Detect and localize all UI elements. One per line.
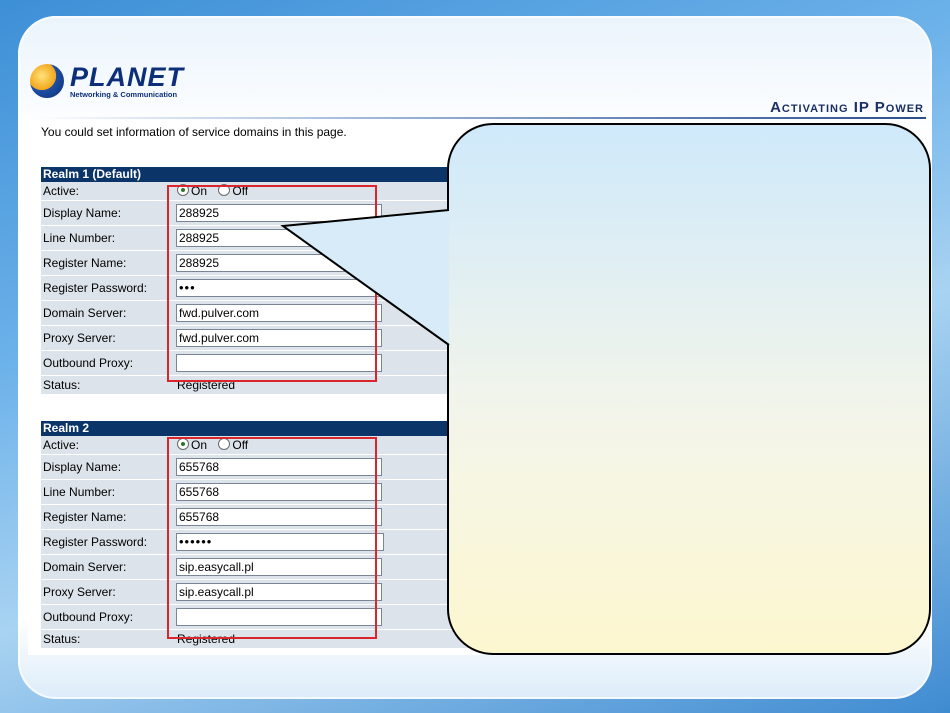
realm-1-display-name-row: Display Name: 288925 <box>41 201 483 226</box>
active-label: Active: <box>43 438 80 452</box>
status-label: Status: <box>43 378 81 392</box>
realm-2-active-row: Active: On Off <box>41 436 483 455</box>
register-password-label: Register Password: <box>43 535 148 549</box>
realm-2-register-password-row: Register Password: •••••• <box>41 530 483 555</box>
realm-2-domain-server-input[interactable]: sip.easycall.pl <box>176 558 382 576</box>
radio-off-label: Off <box>232 184 249 198</box>
realm-1-domain-server-row: Domain Server: fwd.pulver.com <box>41 301 483 326</box>
planet-logo: PLANET Networking & Communication <box>30 62 183 102</box>
realm-1-register-password-row: Register Password: ••• <box>41 276 483 301</box>
callout-bubble <box>447 123 931 655</box>
realm-2-status-value: Registered <box>177 632 236 646</box>
realm-2-display-name-input[interactable]: 655768 <box>176 458 382 476</box>
line-number-label: Line Number: <box>43 485 116 499</box>
register-name-label: Register Name: <box>43 256 127 270</box>
realm-2-proxy-server-input[interactable]: sip.easycall.pl <box>176 583 382 601</box>
realm-1-header: Realm 1 (Default) <box>41 167 483 182</box>
page-intro: You could set information of service dom… <box>41 125 347 139</box>
register-name-label: Register Name: <box>43 510 127 524</box>
realm-1-active-on-radio[interactable] <box>177 184 189 196</box>
realm-2-header: Realm 2 <box>41 421 483 436</box>
realm-1-status-value: Registered <box>177 378 236 392</box>
realm-1-domain-server-input[interactable]: fwd.pulver.com <box>176 304 382 322</box>
proxy-server-label: Proxy Server: <box>43 585 116 599</box>
realm-2-active-radio-group: On Off <box>177 436 256 454</box>
logo-tagline: Networking & Communication <box>70 90 178 99</box>
realm-1-active-row: Active: On Off <box>41 182 483 201</box>
realm-2-section: Realm 2 Active: On Off Display Name: 655… <box>41 421 483 649</box>
realm-1-register-password-input[interactable]: ••• <box>176 279 384 297</box>
realm-2-domain-server-row: Domain Server: sip.easycall.pl <box>41 555 483 580</box>
realm-1-proxy-server-input[interactable]: fwd.pulver.com <box>176 329 382 347</box>
globe-icon <box>30 64 64 98</box>
realm-1-outbound-proxy-row: Outbound Proxy: <box>41 351 483 376</box>
header-divider <box>28 117 926 119</box>
realm-2-register-password-input[interactable]: •••••• <box>176 533 384 551</box>
realm-1-active-radio-group: On Off <box>177 182 256 200</box>
display-name-label: Display Name: <box>43 206 122 220</box>
realm-1-proxy-server-row: Proxy Server: fwd.pulver.com <box>41 326 483 351</box>
realm-1-status-row: Status: Registered <box>41 376 483 395</box>
realm-2-line-number-row: Line Number: 655768 <box>41 480 483 505</box>
realm-2-active-off-radio[interactable] <box>218 438 231 450</box>
proxy-server-label: Proxy Server: <box>43 331 116 345</box>
realm-1-active-off-radio[interactable] <box>218 184 231 196</box>
realm-2-register-name-row: Register Name: 655768 <box>41 505 483 530</box>
active-label: Active: <box>43 184 80 198</box>
realm-2-outbound-proxy-row: Outbound Proxy: <box>41 605 483 630</box>
outbound-proxy-label: Outbound Proxy: <box>43 356 134 370</box>
realm-1-outbound-proxy-input[interactable] <box>176 354 382 372</box>
realm-2-proxy-server-row: Proxy Server: sip.easycall.pl <box>41 580 483 605</box>
slide-heading: Activating IP Power <box>770 99 924 116</box>
display-name-label: Display Name: <box>43 460 122 474</box>
realm-1-register-name-input[interactable]: 288925 <box>176 254 382 272</box>
realm-2-active-on-radio[interactable] <box>177 438 189 450</box>
status-label: Status: <box>43 632 81 646</box>
radio-on-label: On <box>191 184 208 198</box>
radio-on-label: On <box>191 438 208 452</box>
realm-1-section: Realm 1 (Default) Active: On Off Display… <box>41 167 483 395</box>
radio-off-label: Off <box>232 438 249 452</box>
realm-1-line-number-row: Line Number: 288925 <box>41 226 483 251</box>
register-password-label: Register Password: <box>43 281 148 295</box>
realm-1-display-name-input[interactable]: 288925 <box>176 204 382 222</box>
realm-2-outbound-proxy-input[interactable] <box>176 608 382 626</box>
realm-2-display-name-row: Display Name: 655768 <box>41 455 483 480</box>
realm-2-register-name-input[interactable]: 655768 <box>176 508 382 526</box>
realm-2-status-row: Status: Registered <box>41 630 483 649</box>
outbound-proxy-label: Outbound Proxy: <box>43 610 134 624</box>
realm-2-line-number-input[interactable]: 655768 <box>176 483 382 501</box>
line-number-label: Line Number: <box>43 231 116 245</box>
domain-server-label: Domain Server: <box>43 306 127 320</box>
realm-1-register-name-row: Register Name: 288925 <box>41 251 483 276</box>
realm-1-line-number-input[interactable]: 288925 <box>176 229 382 247</box>
logo-word: PLANET <box>70 62 184 92</box>
domain-server-label: Domain Server: <box>43 560 127 574</box>
